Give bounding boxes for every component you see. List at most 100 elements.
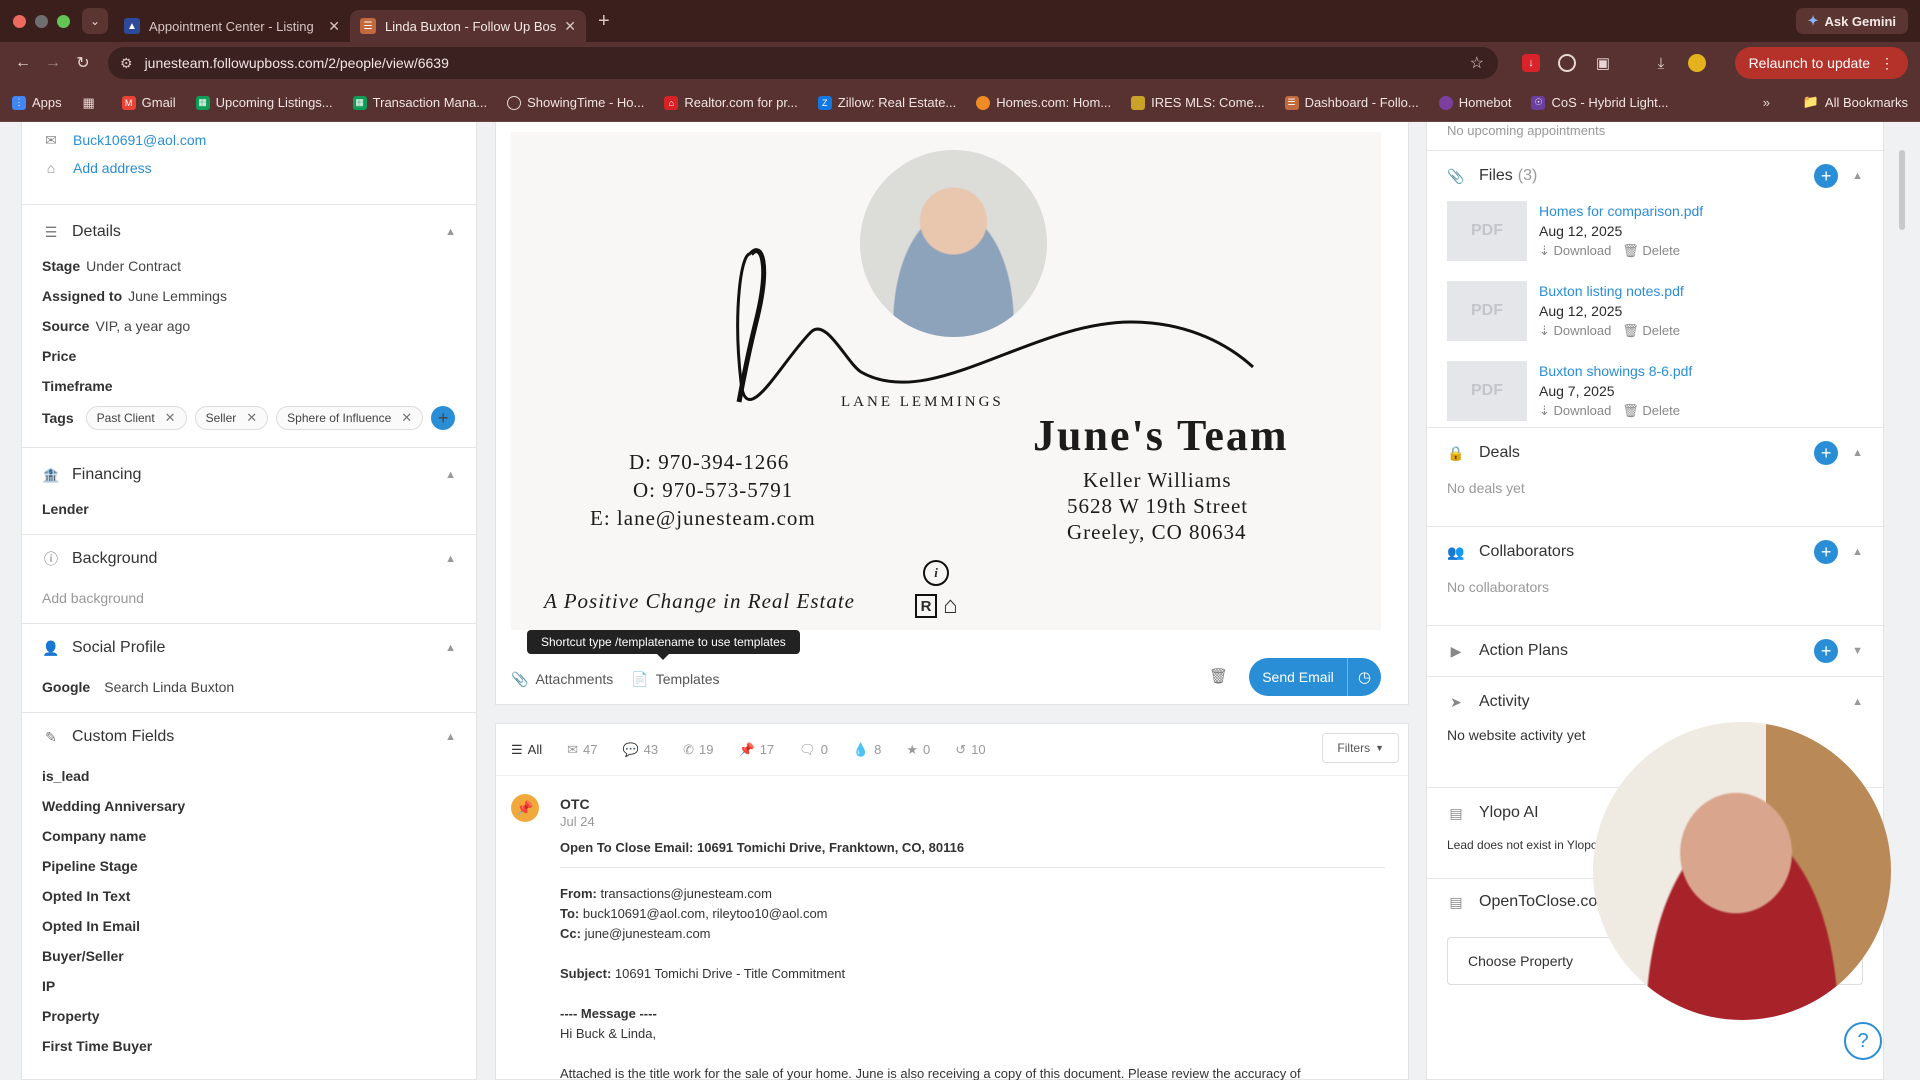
- add-tag-button[interactable]: +: [431, 406, 456, 430]
- bookmark-showingtime[interactable]: ShowingTime - Ho...: [507, 95, 644, 110]
- email-link[interactable]: Buck10691@aol.com: [73, 132, 206, 148]
- bookmark-homes[interactable]: Homes.com: Hom...: [976, 95, 1111, 110]
- field-source[interactable]: Source VIP, a year ago: [22, 311, 476, 341]
- forward-arrow-icon[interactable]: →: [38, 54, 68, 72]
- chevron-up-icon[interactable]: ▲: [445, 731, 456, 743]
- send-email-button[interactable]: Send Email ◷: [1249, 658, 1381, 696]
- remove-tag-icon[interactable]: ✕: [401, 410, 412, 426]
- custom-field[interactable]: IP: [22, 971, 476, 1001]
- field-lender[interactable]: Lender: [22, 494, 476, 524]
- filters-dropdown[interactable]: Filters ▼: [1322, 733, 1399, 763]
- delete-link[interactable]: Delete: [1642, 323, 1680, 338]
- chevron-up-icon[interactable]: ▲: [1852, 696, 1863, 708]
- pdf-thumbnail-icon[interactable]: PDF: [1447, 281, 1527, 341]
- remove-tag-icon[interactable]: ✕: [165, 410, 176, 426]
- chevron-up-icon[interactable]: ▲: [445, 642, 456, 654]
- custom-field[interactable]: Wedding Anniversary: [22, 791, 476, 821]
- field-timeframe[interactable]: Timeframe: [22, 371, 476, 401]
- download-link[interactable]: Download: [1554, 243, 1612, 258]
- new-tab-icon[interactable]: +: [598, 10, 610, 33]
- add-deal-button[interactable]: +: [1814, 441, 1839, 465]
- download-link[interactable]: Download: [1554, 323, 1612, 338]
- chevron-down-icon[interactable]: ▼: [1852, 645, 1863, 657]
- background-header[interactable]: ⓘ Background ▲: [22, 535, 476, 583]
- bookmark-star-icon[interactable]: ☆: [1470, 53, 1484, 73]
- pdf-thumbnail-icon[interactable]: PDF: [1447, 361, 1527, 421]
- social-header[interactable]: 👤 Social Profile ▲: [22, 624, 476, 672]
- tab-notes[interactable]: 📌 17: [739, 742, 775, 758]
- tab-history[interactable]: ↺ 10: [955, 742, 985, 758]
- add-file-button[interactable]: +: [1814, 164, 1839, 188]
- deals-header[interactable]: 🔒 Deals + ▲: [1427, 428, 1883, 478]
- tag-chip[interactable]: Past Client ✕: [85, 406, 187, 430]
- field-stage[interactable]: Stage Under Contract: [22, 251, 476, 281]
- tab-emails[interactable]: ✉ 47: [567, 742, 597, 758]
- back-arrow-icon[interactable]: ←: [8, 54, 38, 72]
- reload-icon[interactable]: ↻: [68, 53, 98, 73]
- custom-field[interactable]: Opted In Email: [22, 911, 476, 941]
- bookmark-transaction[interactable]: ▦ Transaction Mana...: [352, 95, 487, 110]
- custom-fields-header[interactable]: ✎ Custom Fields ▲: [22, 713, 476, 761]
- chevron-up-icon[interactable]: ▲: [445, 226, 456, 238]
- attachments-button[interactable]: 📎 Attachments: [511, 671, 613, 688]
- custom-field[interactable]: Pipeline Stage: [22, 851, 476, 881]
- custom-field[interactable]: First Time Buyer: [22, 1031, 476, 1061]
- templates-button[interactable]: 📄 Templates: [631, 671, 719, 688]
- relaunch-update-button[interactable]: Relaunch to update ⋮: [1734, 47, 1908, 79]
- chevron-up-icon[interactable]: ▲: [1852, 170, 1863, 182]
- bookmark-gmail[interactable]: M Gmail: [121, 95, 176, 110]
- browser-tab[interactable]: ▲ Appointment Center - Listing ✕: [114, 10, 350, 42]
- activity-header[interactable]: ➤ Activity ▲: [1427, 677, 1883, 727]
- chevron-up-icon[interactable]: ▲: [1852, 546, 1863, 558]
- schedule-clock-icon[interactable]: ◷: [1347, 658, 1381, 696]
- address-bar[interactable]: ⚙ junesteam.followupboss.com/2/people/vi…: [108, 47, 1498, 79]
- download-extension-icon[interactable]: ↓: [1522, 54, 1540, 72]
- bookmark-grid[interactable]: ▦: [82, 95, 102, 110]
- action-plans-header[interactable]: ▶ Action Plans + ▼: [1427, 626, 1883, 676]
- site-info-icon[interactable]: ⚙: [120, 55, 133, 72]
- bookmark-cos[interactable]: ☉ CoS - Hybrid Light...: [1531, 95, 1669, 110]
- close-tab-icon[interactable]: ✕: [564, 18, 576, 35]
- tab-drips[interactable]: 💧 8: [853, 742, 881, 758]
- add-address-link[interactable]: Add address: [73, 160, 152, 176]
- downloads-icon[interactable]: ⤓: [1652, 54, 1670, 72]
- tab-calls[interactable]: ✆ 19: [683, 742, 713, 758]
- files-header[interactable]: 📎 Files (3) + ▲: [1427, 151, 1883, 201]
- chevron-up-icon[interactable]: ▲: [445, 469, 456, 481]
- help-icon[interactable]: ?: [1844, 1022, 1882, 1060]
- custom-field[interactable]: Company name: [22, 821, 476, 851]
- custom-field[interactable]: is_lead: [22, 761, 476, 791]
- more-bookmarks-icon[interactable]: »: [1763, 95, 1770, 110]
- delete-link[interactable]: Delete: [1642, 243, 1680, 258]
- custom-field[interactable]: Buyer/Seller: [22, 941, 476, 971]
- field-assigned[interactable]: Assigned to June Lemmings: [22, 281, 476, 311]
- tab-starred[interactable]: ★ 0: [906, 742, 930, 758]
- close-window-button[interactable]: [13, 14, 26, 28]
- field-price[interactable]: Price: [22, 341, 476, 371]
- trash-icon[interactable]: 🗑: [1209, 667, 1228, 685]
- minimize-window-button[interactable]: [35, 14, 48, 28]
- all-bookmarks-button[interactable]: 📁 All Bookmarks: [1803, 94, 1908, 110]
- pdf-thumbnail-icon[interactable]: PDF: [1447, 201, 1527, 261]
- add-background-link[interactable]: Add background: [22, 583, 476, 613]
- add-collaborator-button[interactable]: +: [1814, 540, 1839, 564]
- chevron-up-icon[interactable]: ▲: [1852, 447, 1863, 459]
- ask-gemini-button[interactable]: ✦ Ask Gemini: [1795, 8, 1908, 34]
- bookmark-ires[interactable]: IRES MLS: Come...: [1131, 95, 1265, 110]
- collaborators-header[interactable]: 👥 Collaborators + ▲: [1427, 527, 1883, 577]
- tab-all[interactable]: ☰ All: [511, 742, 542, 758]
- file-name-link[interactable]: Homes for comparison.pdf: [1539, 201, 1703, 221]
- close-tab-icon[interactable]: ✕: [328, 18, 340, 35]
- custom-field[interactable]: Opted In Text: [22, 881, 476, 911]
- more-menu-icon[interactable]: ⋮: [1880, 55, 1894, 72]
- download-link[interactable]: Download: [1554, 403, 1612, 418]
- page-scrollbar[interactable]: [1899, 150, 1905, 230]
- file-name-link[interactable]: Buxton showings 8-6.pdf: [1539, 361, 1692, 381]
- remove-tag-icon[interactable]: ✕: [246, 410, 257, 426]
- bookmark-realtor[interactable]: ⌂ Realtor.com for pr...: [664, 95, 798, 110]
- search-google-link[interactable]: Search Linda Buxton: [104, 679, 234, 695]
- bookmark-zillow[interactable]: Z Zillow: Real Estate...: [817, 95, 956, 110]
- custom-field[interactable]: Property: [22, 1001, 476, 1031]
- tab-search-button[interactable]: ⌄: [82, 8, 108, 34]
- file-name-link[interactable]: Buxton listing notes.pdf: [1539, 281, 1684, 301]
